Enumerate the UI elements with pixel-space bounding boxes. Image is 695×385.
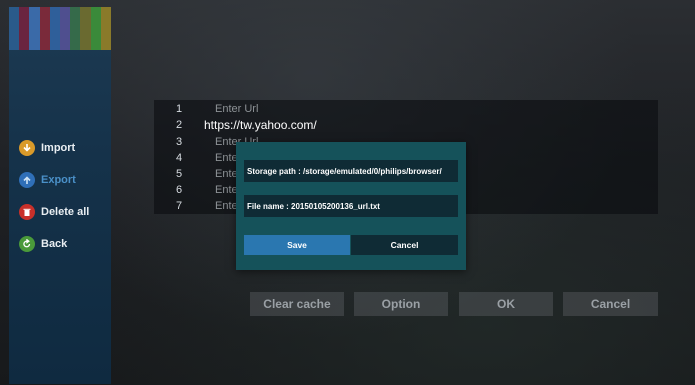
stripe (90, 7, 101, 50)
clear-cache-button[interactable]: Clear cache (250, 292, 344, 316)
import-icon (19, 140, 35, 156)
url-row-value: Enter Url (215, 103, 259, 115)
url-row-value: https://tw.yahoo.com/ (204, 118, 317, 132)
stripe (39, 7, 50, 50)
stripe (80, 7, 91, 50)
url-row[interactable]: 1 Enter Url (154, 103, 658, 115)
sidebar-item-import[interactable]: Import (19, 137, 75, 159)
stripe (70, 7, 81, 50)
stripe (19, 7, 30, 50)
sidebar-item-back[interactable]: Back (19, 233, 67, 255)
dialog-save-button[interactable]: Save (244, 235, 350, 255)
sidebar-item-label: Export (41, 174, 76, 186)
stripe (60, 7, 71, 50)
stripe (100, 7, 111, 50)
url-row-number: 2 (175, 119, 183, 131)
url-row-number: 4 (175, 152, 183, 164)
sidebar-item-delete-all[interactable]: Delete all (19, 201, 89, 223)
url-row-number: 7 (175, 200, 183, 212)
export-dialog: Storage path : /storage/emulated/0/phili… (236, 142, 466, 270)
dialog-cancel-button[interactable]: Cancel (351, 235, 458, 255)
stripe (9, 7, 20, 50)
storage-path-field[interactable]: Storage path : /storage/emulated/0/phili… (244, 160, 458, 182)
sidebar-item-label: Delete all (41, 206, 90, 218)
url-row-number: 6 (175, 184, 183, 196)
url-row-value: Ente (215, 200, 238, 212)
ok-button[interactable]: OK (459, 292, 553, 316)
url-row-value: Ente (215, 152, 238, 164)
url-row-number: 3 (175, 136, 183, 148)
sidebar-item-label: Import (41, 142, 76, 154)
sidebar-item-label: Back (41, 238, 68, 250)
back-icon (19, 236, 35, 252)
trash-icon (19, 204, 35, 220)
sidebar-item-export[interactable]: Export (19, 169, 76, 191)
stripe (29, 7, 40, 50)
url-row-number: 1 (175, 103, 183, 115)
url-row-value: Ente (215, 168, 238, 180)
url-row-number: 5 (175, 168, 183, 180)
url-row-value: Ente (215, 184, 238, 196)
file-name-field[interactable]: File name : 20150105200136_url.txt (244, 195, 458, 217)
stripe (49, 7, 61, 50)
option-button[interactable]: Option (354, 292, 448, 316)
cancel-button[interactable]: Cancel (563, 292, 658, 316)
url-row[interactable]: 2 https://tw.yahoo.com/ (154, 119, 658, 131)
export-icon (19, 172, 35, 188)
sidebar-header-stripes (9, 7, 111, 50)
sidebar: Import Export Delete all Back (9, 7, 111, 384)
